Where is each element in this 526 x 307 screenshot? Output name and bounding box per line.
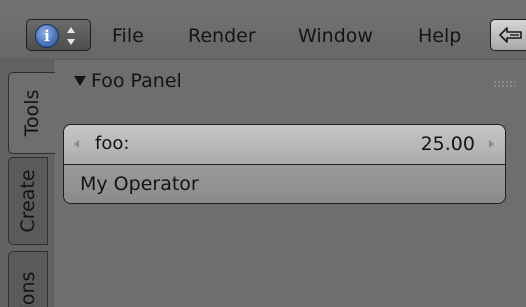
disclosure-triangle-icon[interactable] bbox=[74, 76, 86, 86]
menu-window[interactable]: Window bbox=[298, 23, 373, 49]
tab-options[interactable]: ions bbox=[8, 251, 48, 307]
menu-render[interactable]: Render bbox=[188, 23, 256, 49]
panel-header[interactable]: Foo Panel bbox=[60, 66, 526, 106]
my-operator-button[interactable]: My Operator bbox=[64, 165, 505, 203]
tab-label: Create bbox=[17, 169, 39, 233]
tab-tools[interactable]: Tools bbox=[8, 72, 55, 154]
tab-label: ions bbox=[17, 272, 39, 307]
tab-create[interactable]: Create bbox=[8, 157, 48, 245]
foo-number-field[interactable]: foo: 25.00 bbox=[64, 125, 505, 165]
drag-grip-icon[interactable] bbox=[493, 80, 515, 88]
collapse-menus-button[interactable] bbox=[490, 19, 526, 51]
info-icon: i bbox=[35, 24, 59, 48]
panel-body: foo: 25.00 My Operator bbox=[63, 124, 506, 204]
decrement-arrow-icon[interactable] bbox=[74, 140, 79, 148]
editor-type-selector[interactable]: i bbox=[26, 19, 91, 51]
number-field-label: foo: bbox=[95, 133, 130, 154]
up-down-arrows-icon bbox=[67, 27, 75, 45]
header-bar: i File Render Window Help bbox=[0, 0, 526, 60]
tab-label: Tools bbox=[21, 89, 43, 137]
menu-file[interactable]: File bbox=[112, 23, 144, 49]
increment-arrow-icon[interactable] bbox=[489, 140, 494, 148]
tool-shelf-tabs: Tools Create ions bbox=[0, 60, 55, 307]
number-field-value: 25.00 bbox=[420, 133, 475, 155]
collapse-menus-icon bbox=[499, 27, 522, 43]
menu-help[interactable]: Help bbox=[418, 23, 461, 49]
operator-button-label: My Operator bbox=[80, 173, 199, 195]
panel-title: Foo Panel bbox=[91, 70, 182, 92]
